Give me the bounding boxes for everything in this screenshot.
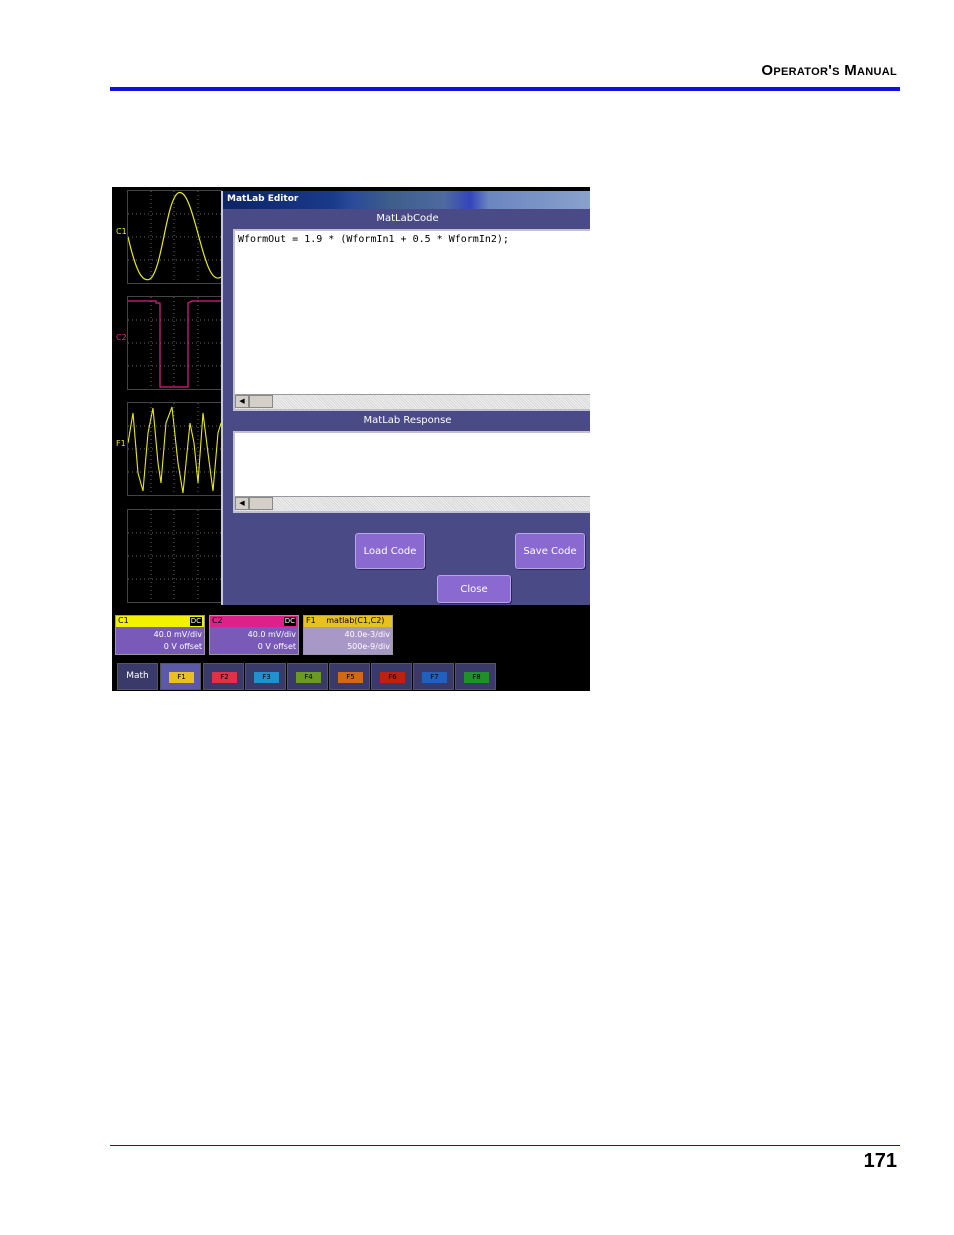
c1-descriptor-name: C1 (118, 616, 129, 625)
c1-waveform (128, 191, 221, 283)
close-button[interactable]: Close (437, 575, 511, 603)
save-code-button[interactable]: Save Code (515, 533, 585, 569)
tab-math[interactable]: Math (117, 663, 158, 690)
c1-coupling-badge: DC (189, 617, 202, 626)
oscilloscope-screenshot: C1 C2 F1 MatLab Editor MatLabCode WformO… (112, 187, 590, 691)
scroll-left-icon[interactable]: ◀ (235, 497, 249, 510)
f1-descriptor-name: F1 (306, 616, 316, 625)
scroll-thumb[interactable] (249, 395, 273, 408)
f1-descriptor-header: F1 matlab(C1,C2) (304, 616, 392, 627)
f1-descriptor[interactable]: F1 matlab(C1,C2) 40.0e-3/div 500e-9/div (303, 615, 393, 655)
c1-descriptor-header: C1 DC (116, 616, 204, 627)
c1-label: C1 (116, 227, 127, 236)
code-horizontal-scrollbar[interactable]: ◀ (235, 394, 590, 409)
response-section-label: MatLab Response (363, 415, 452, 426)
c2-descriptor-header: C2 DC (210, 616, 298, 627)
c1-vdiv: 40.0 mV/div (153, 630, 202, 639)
tab-f3[interactable]: F3 (245, 663, 286, 690)
c2-waveform (128, 297, 221, 389)
tab-f3-label: F3 (254, 672, 279, 683)
f1-vdiv: 40.0e-3/div (344, 630, 390, 639)
c1-descriptor[interactable]: C1 DC 40.0 mV/div 0 V offset (115, 615, 205, 655)
f1-waveform (128, 403, 221, 495)
tab-f2-label: F2 (212, 672, 237, 683)
editor-title: MatLab Editor (227, 194, 299, 204)
tab-f7-label: F7 (422, 672, 447, 683)
tab-f5[interactable]: F5 (329, 663, 370, 690)
tab-f6-label: F6 (380, 672, 405, 683)
scroll-thumb[interactable] (249, 497, 273, 510)
tab-f2[interactable]: F2 (203, 663, 244, 690)
c2-coupling-badge: DC (283, 617, 296, 626)
footer-rule (110, 1145, 900, 1146)
c2-trace-grid (127, 296, 222, 390)
page-header-title: Operator's Manual (761, 62, 897, 79)
f1-trace-grid (127, 402, 222, 496)
response-textarea[interactable]: ◀ (233, 431, 590, 513)
tab-f1-label: F1 (169, 672, 194, 683)
tab-f8[interactable]: F8 (455, 663, 496, 690)
f1-label: F1 (116, 439, 126, 448)
f1-function: matlab(C1,C2) (326, 616, 385, 625)
code-textarea[interactable]: WformOut = 1.9 * (WformIn1 + 0.5 * Wform… (233, 229, 590, 411)
tab-f7[interactable]: F7 (413, 663, 454, 690)
tab-f5-label: F5 (338, 672, 363, 683)
c1-offset: 0 V offset (163, 642, 202, 651)
page-number: 171 (863, 1150, 897, 1172)
empty-grid-lines (128, 510, 221, 602)
load-code-button[interactable]: Load Code (355, 533, 425, 569)
tab-f8-label: F8 (464, 672, 489, 683)
f1-tdiv: 500e-9/div (347, 642, 390, 651)
empty-trace-grid (127, 509, 222, 603)
tab-f4[interactable]: F4 (287, 663, 328, 690)
c2-descriptor[interactable]: C2 DC 40.0 mV/div 0 V offset (209, 615, 299, 655)
c2-label: C2 (116, 333, 127, 342)
code-section-label: MatLabCode (376, 213, 439, 224)
matlab-editor-dialog: MatLab Editor MatLabCode WformOut = 1.9 … (221, 191, 590, 605)
c2-vdiv: 40.0 mV/div (247, 630, 296, 639)
tab-f1[interactable]: F1 (160, 663, 201, 690)
tab-f4-label: F4 (296, 672, 321, 683)
c1-trace-grid (127, 190, 222, 284)
tab-math-label: Math (126, 671, 149, 681)
c2-descriptor-name: C2 (212, 616, 223, 625)
editor-titlebar[interactable]: MatLab Editor (223, 191, 590, 209)
response-horizontal-scrollbar[interactable]: ◀ (235, 496, 590, 511)
c2-offset: 0 V offset (257, 642, 296, 651)
scroll-left-icon[interactable]: ◀ (235, 395, 249, 408)
header-rule (110, 87, 900, 91)
tab-f6[interactable]: F6 (371, 663, 412, 690)
code-text: WformOut = 1.9 * (WformIn1 + 0.5 * Wform… (238, 234, 509, 245)
function-tab-bar: Math F1 F2 F3 F4 F5 F6 F7 F8 (112, 661, 590, 691)
